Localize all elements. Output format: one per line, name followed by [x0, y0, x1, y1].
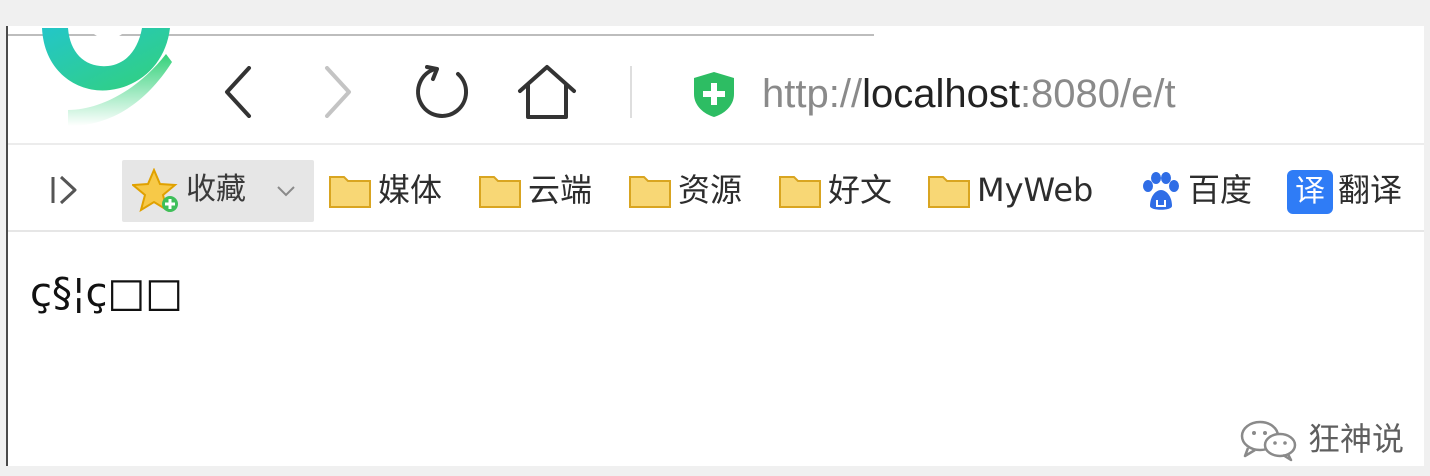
bookmark-folder-articles[interactable]: 好文	[778, 162, 892, 218]
folder-icon	[329, 176, 371, 208]
reload-icon	[416, 65, 469, 118]
sidebar-toggle-button[interactable]	[44, 172, 84, 208]
favorites-label: 收藏	[186, 172, 246, 207]
bookmark-translate[interactable]: 翻译	[1338, 170, 1402, 210]
bookmark-baidu[interactable]: 百度	[1188, 170, 1252, 210]
wechat-watermark-icon	[1240, 420, 1297, 462]
browser-screenshot: http://localhost:8080/e/t 收藏 媒体 云端 资源 好文…	[0, 0, 1430, 476]
sidebar-expand-icon	[51, 175, 77, 205]
forward-button[interactable]	[308, 62, 368, 122]
favorites-star-icon	[132, 168, 178, 213]
reload-button[interactable]	[412, 62, 472, 122]
url-scheme: http://	[762, 72, 863, 116]
bookmarks-bar-border	[8, 230, 1424, 232]
folder-icon	[629, 176, 671, 208]
forward-icon	[325, 66, 351, 118]
window-left-border	[6, 26, 8, 466]
home-icon	[518, 65, 576, 119]
page-body-text: ç§¦ç□□	[30, 270, 184, 316]
url-path: :8080/e/t	[1019, 72, 1176, 116]
bookmark-folder-myweb[interactable]: MyWeb	[927, 162, 1093, 218]
security-shield-icon[interactable]	[690, 70, 738, 118]
bookmark-label: MyWeb	[977, 171, 1094, 209]
bookmark-label: 媒体	[378, 171, 443, 209]
folder-icon	[779, 176, 821, 208]
folder-icon	[928, 176, 970, 208]
bookmark-label: 好文	[828, 171, 893, 209]
chevron-down-icon	[277, 186, 295, 197]
url-host: localhost	[862, 72, 1020, 116]
home-button[interactable]	[517, 62, 577, 122]
browser-logo-icon	[42, 28, 172, 126]
toolbar-separator	[630, 66, 632, 118]
watermark-text: 狂神说	[1308, 420, 1405, 458]
toolbar-divider	[8, 143, 1424, 145]
folder-icon	[479, 176, 521, 208]
baidu-paw-icon[interactable]	[1138, 172, 1182, 212]
bookmark-folder-resources[interactable]: 资源	[628, 162, 742, 218]
bookmark-folder-media[interactable]: 媒体	[328, 162, 442, 218]
bookmark-folder-cloud[interactable]: 云端	[478, 162, 592, 218]
bookmark-label: 资源	[678, 171, 743, 209]
back-icon	[225, 66, 251, 118]
translate-icon[interactable]: 译	[1287, 170, 1333, 214]
address-bar[interactable]: http://localhost:8080/e/t	[762, 68, 1176, 120]
back-button[interactable]	[208, 62, 268, 122]
bookmark-label: 云端	[528, 171, 593, 209]
